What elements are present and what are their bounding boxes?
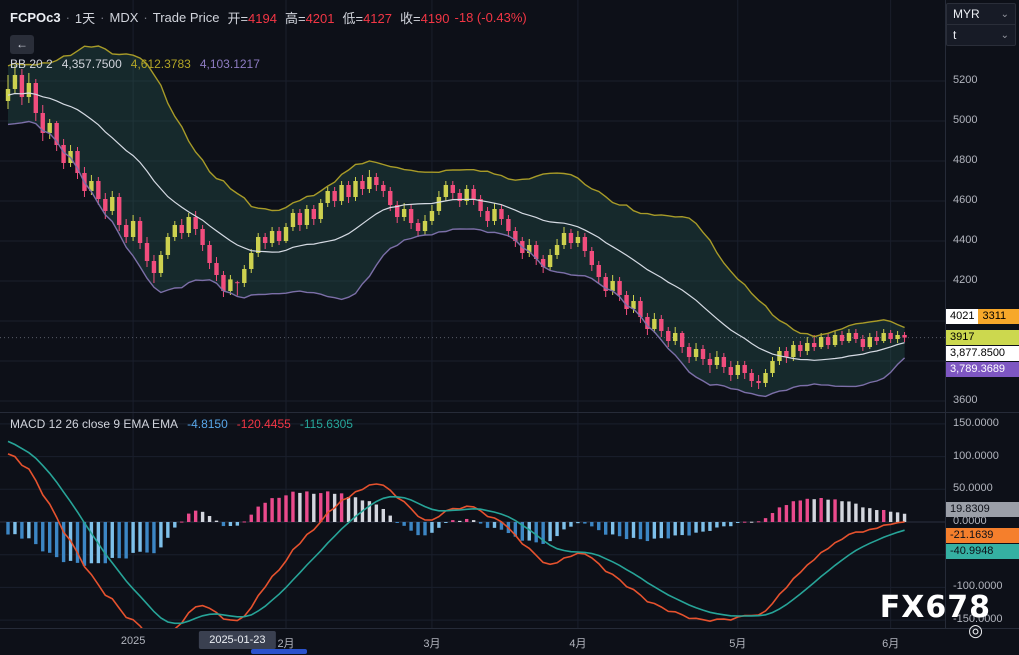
macd-grid xyxy=(0,412,945,628)
time-tick-label: 6月 xyxy=(882,635,899,651)
time-tick-label: 5月 xyxy=(729,635,746,651)
chevron-down-icon: ⌄ xyxy=(1001,9,1009,20)
currency-label: MYR xyxy=(953,7,980,21)
macd-tick-label: -100.0000 xyxy=(953,580,1003,592)
macd-lines xyxy=(8,441,905,628)
currency-select[interactable]: MYR ⌄ xyxy=(947,4,1015,24)
price-tick-label: 3600 xyxy=(953,394,977,406)
macd-line-label-text: -21.1639 xyxy=(946,528,1019,543)
macd-signal-label: -40.9948 xyxy=(946,544,1019,559)
bb-indicator-legend: BB 20 2 4,357.7500 4,612.3783 4,103.1217 xyxy=(10,57,260,71)
ohlc-open: 开=4194 xyxy=(227,8,277,27)
bb-title[interactable]: BB 20 2 xyxy=(10,57,53,71)
unit-select[interactable]: t ⌄ xyxy=(947,24,1015,45)
price-tick-label: 4800 xyxy=(953,154,977,166)
pane-divider[interactable] xyxy=(0,412,1019,413)
exchange-label: MDX xyxy=(110,10,139,25)
bb-basis-price-label: 3,877.8500 xyxy=(946,346,1019,361)
interval-label[interactable]: 1天 xyxy=(75,8,95,27)
crosshair-date-label: 2025-01-23 xyxy=(199,631,275,649)
macd-hist-label-text: 19.8309 xyxy=(946,502,1019,517)
bb-lower-value: 4,103.1217 xyxy=(200,57,260,71)
ohlc-high: 高=4201 xyxy=(285,8,335,27)
macd-indicator-pane[interactable] xyxy=(0,412,945,628)
bb-basis-price-label-text: 3,877.8500 xyxy=(946,346,1019,361)
trading-chart-app: 5200 5000 4800 4600 4400 4200 3600 150.0000 100.… xyxy=(0,0,1019,655)
macd-tick-label: -150.0000 xyxy=(953,613,1003,625)
back-arrow-icon: ← xyxy=(16,37,28,51)
last-price-label-text: 3917 xyxy=(946,330,1019,345)
price-tick-label: 4600 xyxy=(953,194,977,206)
last-price-label: 3917 xyxy=(946,330,1019,345)
separator: · xyxy=(100,10,104,25)
bb-upper-value: 4,612.3783 xyxy=(131,57,191,71)
time-axis[interactable]: 20252月3月4月5月6月2025-01-23 xyxy=(0,628,1019,655)
price-type-label: Trade Price xyxy=(153,10,220,25)
price-tick-label: 5200 xyxy=(953,74,977,86)
macd-hist-value: -4.8150 xyxy=(187,417,228,431)
back-button[interactable]: ← xyxy=(10,35,34,54)
bb-upper-price-label-text: 4021 xyxy=(946,309,978,324)
ohlc-close: 收=4190 xyxy=(400,8,450,27)
separator: · xyxy=(66,10,70,25)
macd-title[interactable]: MACD 12 26 close 9 EMA EMA xyxy=(10,417,178,431)
ohlc-low: 低=4127 xyxy=(342,8,392,27)
bb-lower-price-label-text: 3,789.3689 xyxy=(946,362,1019,377)
bb-upper-price-label-text: 3311 xyxy=(978,309,1019,324)
symbol-name[interactable]: FCPOc3 xyxy=(10,10,61,25)
symbol-header: FCPOc3 · 1天 · MDX · Trade Price 开=4194 高… xyxy=(10,8,527,27)
price-axis[interactable]: 5200 5000 4800 4600 4400 4200 3600 150.0000 100.… xyxy=(945,0,1019,628)
unit-label: t xyxy=(953,28,956,42)
macd-line-label: -21.1639 xyxy=(946,528,1019,543)
scrollbar-fragment[interactable] xyxy=(251,649,307,654)
macd-line-value: -120.4455 xyxy=(237,417,291,431)
price-tick-label: 4200 xyxy=(953,274,977,286)
macd-indicator-legend: MACD 12 26 close 9 EMA EMA -4.8150 -120.… xyxy=(10,417,353,431)
price-change: -18 (-0.43%) xyxy=(455,10,527,25)
bb-fill xyxy=(8,46,905,396)
time-tick-label: 2025 xyxy=(121,635,145,647)
time-tick-label: 3月 xyxy=(423,635,440,651)
axis-settings-panel: MYR ⌄ t ⌄ xyxy=(946,3,1016,46)
time-tick-label: 4月 xyxy=(569,635,586,651)
macd-signal-value: -115.6305 xyxy=(300,417,353,431)
macd-tick-label: 100.0000 xyxy=(953,450,999,462)
separator: · xyxy=(143,10,147,25)
chevron-down-icon: ⌄ xyxy=(1001,30,1009,41)
bb-basis-value: 4,357.7500 xyxy=(62,57,122,71)
macd-hist-label: 19.8309 xyxy=(946,502,1019,517)
macd-tick-label: 50.0000 xyxy=(953,482,993,494)
price-tick-label: 4400 xyxy=(953,234,977,246)
macd-signal-label-text: -40.9948 xyxy=(946,544,1019,559)
bb-upper-price-label: 40213311 xyxy=(946,309,1019,324)
macd-tick-label: 150.0000 xyxy=(953,417,999,429)
bb-lower-price-label: 3,789.3689 xyxy=(946,362,1019,377)
price-tick-label: 5000 xyxy=(953,114,977,126)
